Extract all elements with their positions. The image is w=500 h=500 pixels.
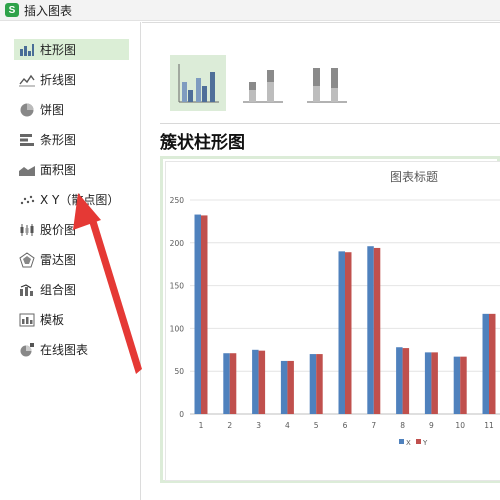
sidebar-item-line[interactable]: 折线图 <box>14 69 129 90</box>
x-tick-label: 2 <box>227 421 232 430</box>
sidebar-item-label: 雷达图 <box>40 253 77 267</box>
sidebar-item-bar[interactable]: 条形图 <box>14 129 129 150</box>
bar-y <box>402 348 410 414</box>
sidebar-item-label: 模板 <box>40 313 65 327</box>
radar-chart-icon <box>18 251 36 268</box>
scatter-chart-icon <box>18 192 36 208</box>
bar-y <box>316 354 323 414</box>
bar-x <box>252 349 259 414</box>
bar-x <box>194 214 201 414</box>
sidebar-item-column[interactable]: 柱形图 <box>14 39 129 60</box>
sidebar-item-label: 组合图 <box>40 283 77 297</box>
legend-label: X <box>406 439 411 447</box>
bar-y <box>431 352 438 414</box>
legend-swatch <box>399 439 404 444</box>
legend-swatch <box>416 439 421 444</box>
stacked-column-icon <box>243 70 283 103</box>
subtype-stacked-column[interactable] <box>234 55 290 111</box>
area-chart-icon <box>18 162 36 178</box>
y-tick-label: 100 <box>170 324 185 333</box>
bar-y <box>201 215 208 414</box>
bar-x <box>309 354 317 414</box>
bar-x <box>482 313 489 414</box>
sidebar-item-label: 条形图 <box>40 133 77 147</box>
title-bar: S 插入图表 <box>0 0 500 21</box>
bar-x <box>367 246 374 414</box>
legend-label: Y <box>422 439 428 447</box>
bar-y <box>287 360 294 414</box>
section-title: 簇状柱形图 <box>160 133 245 153</box>
online-chart-icon <box>18 342 36 358</box>
x-tick-label: 6 <box>343 421 348 430</box>
percent-stacked-column-icon <box>307 68 347 103</box>
chart-title: 图表标题 <box>390 170 438 184</box>
sidebar-item-scatter[interactable]: X Y（散点图） <box>14 189 129 210</box>
bar-x <box>396 347 403 414</box>
sidebar-item-combo[interactable]: 组合图 <box>14 279 129 300</box>
sidebar-item-online[interactable]: 在线图表 <box>14 339 129 360</box>
bar-x <box>280 360 288 414</box>
combo-chart-icon <box>18 282 36 298</box>
bar-x <box>338 251 345 414</box>
line-chart-icon <box>18 72 36 88</box>
bar-y <box>345 252 352 414</box>
x-tick-label: 8 <box>400 421 405 430</box>
x-tick-label: 10 <box>455 421 465 430</box>
chart-type-sidebar: 柱形图 折线图 饼图 条形图 面积图 X Y（散点图） 股价图 雷达图 组合图 … <box>0 22 141 500</box>
bar-x <box>453 356 461 414</box>
x-tick-label: 7 <box>371 421 376 430</box>
chart-area: 图表标题 0 50 100 150 200 250 1 2 3 4 5 6 7 8 9 10 11 X Y <box>165 161 500 481</box>
y-tick-label: 250 <box>170 196 185 205</box>
bar-x <box>424 352 432 414</box>
sidebar-item-label: 在线图表 <box>40 343 89 357</box>
subtype-clustered-column[interactable] <box>170 55 226 111</box>
x-tick-label: 1 <box>199 421 204 430</box>
bar-y <box>460 356 467 414</box>
bar-y <box>373 247 381 414</box>
x-tick-label: 5 <box>314 421 319 430</box>
subtype-percent-stacked-column[interactable] <box>298 55 354 111</box>
sidebar-item-radar[interactable]: 雷达图 <box>14 249 129 270</box>
x-tick-label: 9 <box>429 421 434 430</box>
pie-chart-icon <box>18 102 36 118</box>
bar-x <box>223 353 230 414</box>
template-icon <box>18 312 36 328</box>
window-title: 插入图表 <box>24 3 73 18</box>
sidebar-item-stock[interactable]: 股价图 <box>14 219 129 240</box>
chart-preview-panel: 簇状柱形图 图表标题 0 50 100 150 200 250 1 2 3 4 5 6 7 8 9 10 11 X… <box>142 22 500 500</box>
bar-y <box>229 353 237 414</box>
sidebar-item-pie[interactable]: 饼图 <box>14 99 129 120</box>
y-tick-label: 50 <box>174 367 184 376</box>
x-tick-label: 4 <box>285 421 290 430</box>
chart-preview-frame: 图表标题 0 50 100 150 200 250 1 2 3 4 5 6 7 8 9 10 11 X Y <box>160 156 500 483</box>
sidebar-item-area[interactable]: 面积图 <box>14 159 129 180</box>
clustered-column-icon <box>178 64 219 103</box>
section-divider <box>160 123 500 124</box>
column-chart-icon <box>18 42 36 58</box>
x-tick-label: 3 <box>256 421 261 430</box>
y-tick-label: 200 <box>170 239 185 248</box>
column-chart: 图表标题 0 50 100 150 200 250 1 2 3 4 5 6 7 8 9 10 11 X Y <box>170 170 500 447</box>
bar-chart-icon <box>18 132 36 148</box>
stock-chart-icon <box>18 222 36 238</box>
y-tick-label: 150 <box>170 282 185 291</box>
sidebar-item-label: 股价图 <box>40 223 77 237</box>
sidebar-item-template[interactable]: 模板 <box>14 309 129 330</box>
x-tick-label: 11 <box>484 421 494 430</box>
sidebar-item-label: 饼图 <box>40 103 65 117</box>
y-tick-label: 0 <box>179 410 184 419</box>
app-logo-icon: S <box>5 3 19 17</box>
sidebar-item-label: X Y（散点图） <box>40 193 120 207</box>
sidebar-item-label: 折线图 <box>40 73 77 87</box>
sidebar-item-label: 柱形图 <box>40 43 77 57</box>
bar-y <box>489 313 496 414</box>
sidebar-item-label: 面积图 <box>40 163 77 177</box>
bar-y <box>258 350 266 414</box>
